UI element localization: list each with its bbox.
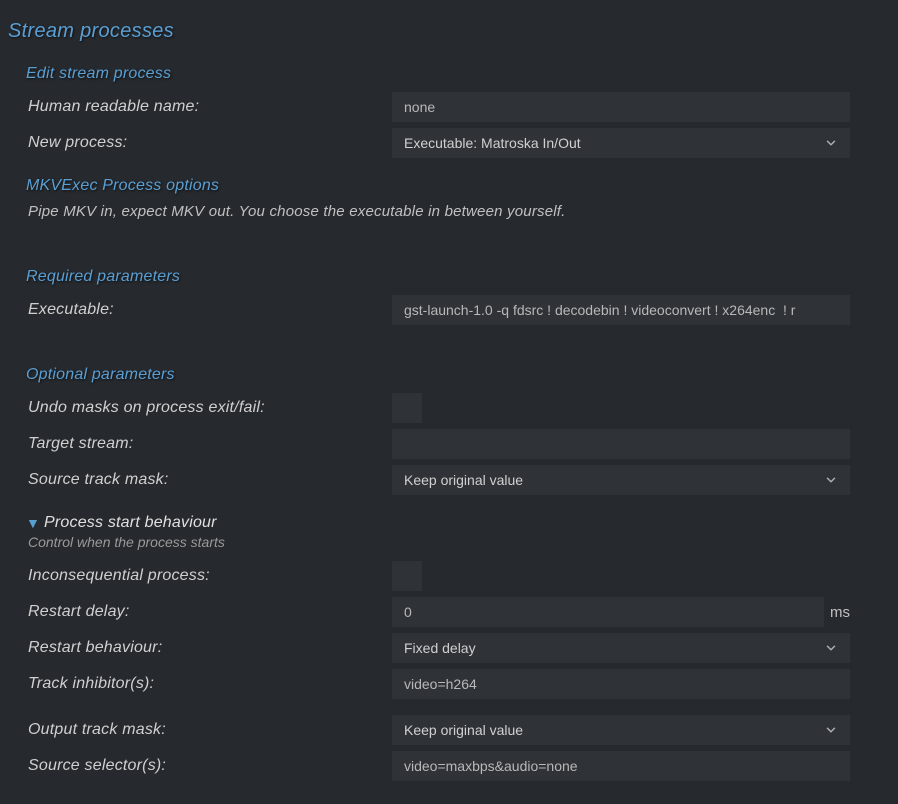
track-inhibitors-input[interactable] bbox=[392, 669, 850, 699]
process-start-header[interactable]: ▼ Process start behaviour bbox=[26, 508, 890, 532]
inconsequential-checkbox[interactable] bbox=[392, 561, 422, 591]
chevron-down-icon bbox=[824, 723, 838, 737]
output-track-mask-label: Output track mask: bbox=[26, 721, 392, 739]
edit-stream-title: Edit stream process bbox=[26, 59, 890, 89]
restart-behaviour-value: Fixed delay bbox=[404, 640, 476, 656]
output-track-mask-select[interactable]: Keep original value bbox=[392, 715, 850, 745]
new-process-row: New process: Executable: Matroska In/Out bbox=[26, 125, 890, 161]
executable-row: Executable: bbox=[26, 292, 890, 328]
mkv-options-section: MKVExec Process options Pipe MKV in, exp… bbox=[8, 171, 890, 230]
new-process-label: New process: bbox=[26, 134, 392, 152]
target-stream-row: Target stream: bbox=[26, 426, 890, 462]
required-section: Required parameters Executable: bbox=[8, 262, 890, 328]
edit-stream-section: Edit stream process Human readable name:… bbox=[8, 59, 890, 161]
mkv-options-desc: Pipe MKV in, expect MKV out. You choose … bbox=[26, 201, 890, 230]
target-stream-label: Target stream: bbox=[26, 435, 392, 453]
restart-behaviour-select[interactable]: Fixed delay bbox=[392, 633, 850, 663]
executable-input[interactable] bbox=[392, 295, 850, 325]
track-inhibitors-row: Track inhibitor(s): bbox=[26, 666, 890, 702]
source-track-mask-select[interactable]: Keep original value bbox=[392, 465, 850, 495]
track-inhibitors-label: Track inhibitor(s): bbox=[26, 675, 392, 693]
source-selectors-label: Source selector(s): bbox=[26, 757, 392, 775]
output-track-mask-row: Output track mask: Keep original value bbox=[26, 712, 890, 748]
undo-masks-row: Undo masks on process exit/fail: bbox=[26, 390, 890, 426]
process-start-desc: Control when the process starts bbox=[26, 532, 890, 558]
inconsequential-label: Inconsequential process: bbox=[26, 567, 392, 585]
new-process-select[interactable]: Executable: Matroska In/Out bbox=[392, 128, 850, 158]
executable-label: Executable: bbox=[26, 301, 392, 319]
new-process-value: Executable: Matroska In/Out bbox=[404, 135, 581, 151]
source-track-mask-value: Keep original value bbox=[404, 472, 523, 488]
restart-delay-row: Restart delay: ms bbox=[26, 594, 890, 630]
process-start-title: Process start behaviour bbox=[44, 514, 217, 532]
mkv-options-title: MKVExec Process options bbox=[26, 171, 890, 201]
name-input[interactable] bbox=[392, 92, 850, 122]
undo-masks-checkbox[interactable] bbox=[392, 393, 422, 423]
chevron-down-icon bbox=[824, 641, 838, 655]
inconsequential-row: Inconsequential process: bbox=[26, 558, 890, 594]
triangle-down-icon: ▼ bbox=[26, 515, 40, 531]
required-title: Required parameters bbox=[26, 262, 890, 292]
name-label: Human readable name: bbox=[26, 98, 392, 116]
target-stream-input[interactable] bbox=[392, 429, 850, 459]
source-selectors-input[interactable] bbox=[392, 751, 850, 781]
source-selectors-row: Source selector(s): bbox=[26, 748, 890, 784]
chevron-down-icon bbox=[824, 473, 838, 487]
restart-behaviour-label: Restart behaviour: bbox=[26, 639, 392, 657]
optional-title: Optional parameters bbox=[26, 360, 890, 390]
restart-behaviour-row: Restart behaviour: Fixed delay bbox=[26, 630, 890, 666]
name-row: Human readable name: bbox=[26, 89, 890, 125]
restart-delay-label: Restart delay: bbox=[26, 603, 392, 621]
chevron-down-icon bbox=[824, 136, 838, 150]
source-track-mask-label: Source track mask: bbox=[26, 471, 392, 489]
source-track-mask-row: Source track mask: Keep original value bbox=[26, 462, 890, 498]
optional-section: Optional parameters Undo masks on proces… bbox=[8, 360, 890, 784]
output-track-mask-value: Keep original value bbox=[404, 722, 523, 738]
page-title: Stream processes bbox=[8, 8, 890, 59]
restart-delay-input[interactable] bbox=[392, 597, 824, 627]
undo-masks-label: Undo masks on process exit/fail: bbox=[26, 399, 392, 417]
restart-delay-suffix: ms bbox=[830, 604, 850, 621]
